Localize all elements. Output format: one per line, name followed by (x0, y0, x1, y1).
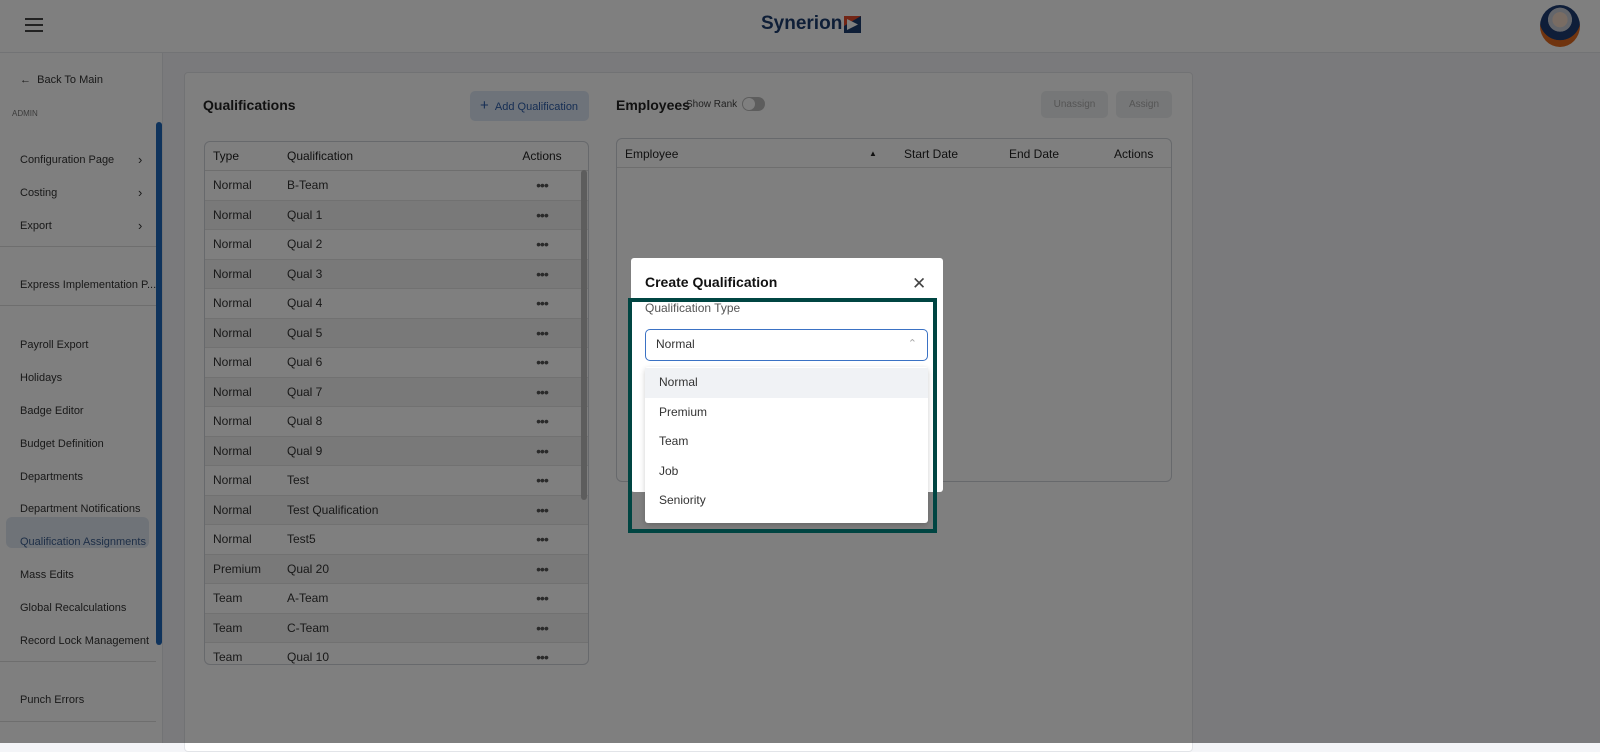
dropdown-option[interactable]: Job (645, 457, 928, 487)
qualification-type-select[interactable]: Normal ⌃ (645, 329, 928, 361)
close-icon[interactable]: ✕ (912, 274, 926, 294)
qualification-type-dropdown: Normal Premium Team Job Seniority (645, 367, 928, 523)
dropdown-option[interactable]: Seniority (645, 486, 928, 516)
chevron-up-icon: ⌃ (907, 338, 917, 350)
modal-title: Create Qualification (645, 274, 778, 290)
dropdown-option[interactable]: Normal (645, 368, 928, 398)
qualification-type-label: Qualification Type (645, 301, 741, 315)
dropdown-option[interactable]: Premium (645, 398, 928, 428)
dropdown-option[interactable]: Team (645, 427, 928, 457)
selected-value: Normal (656, 337, 695, 351)
